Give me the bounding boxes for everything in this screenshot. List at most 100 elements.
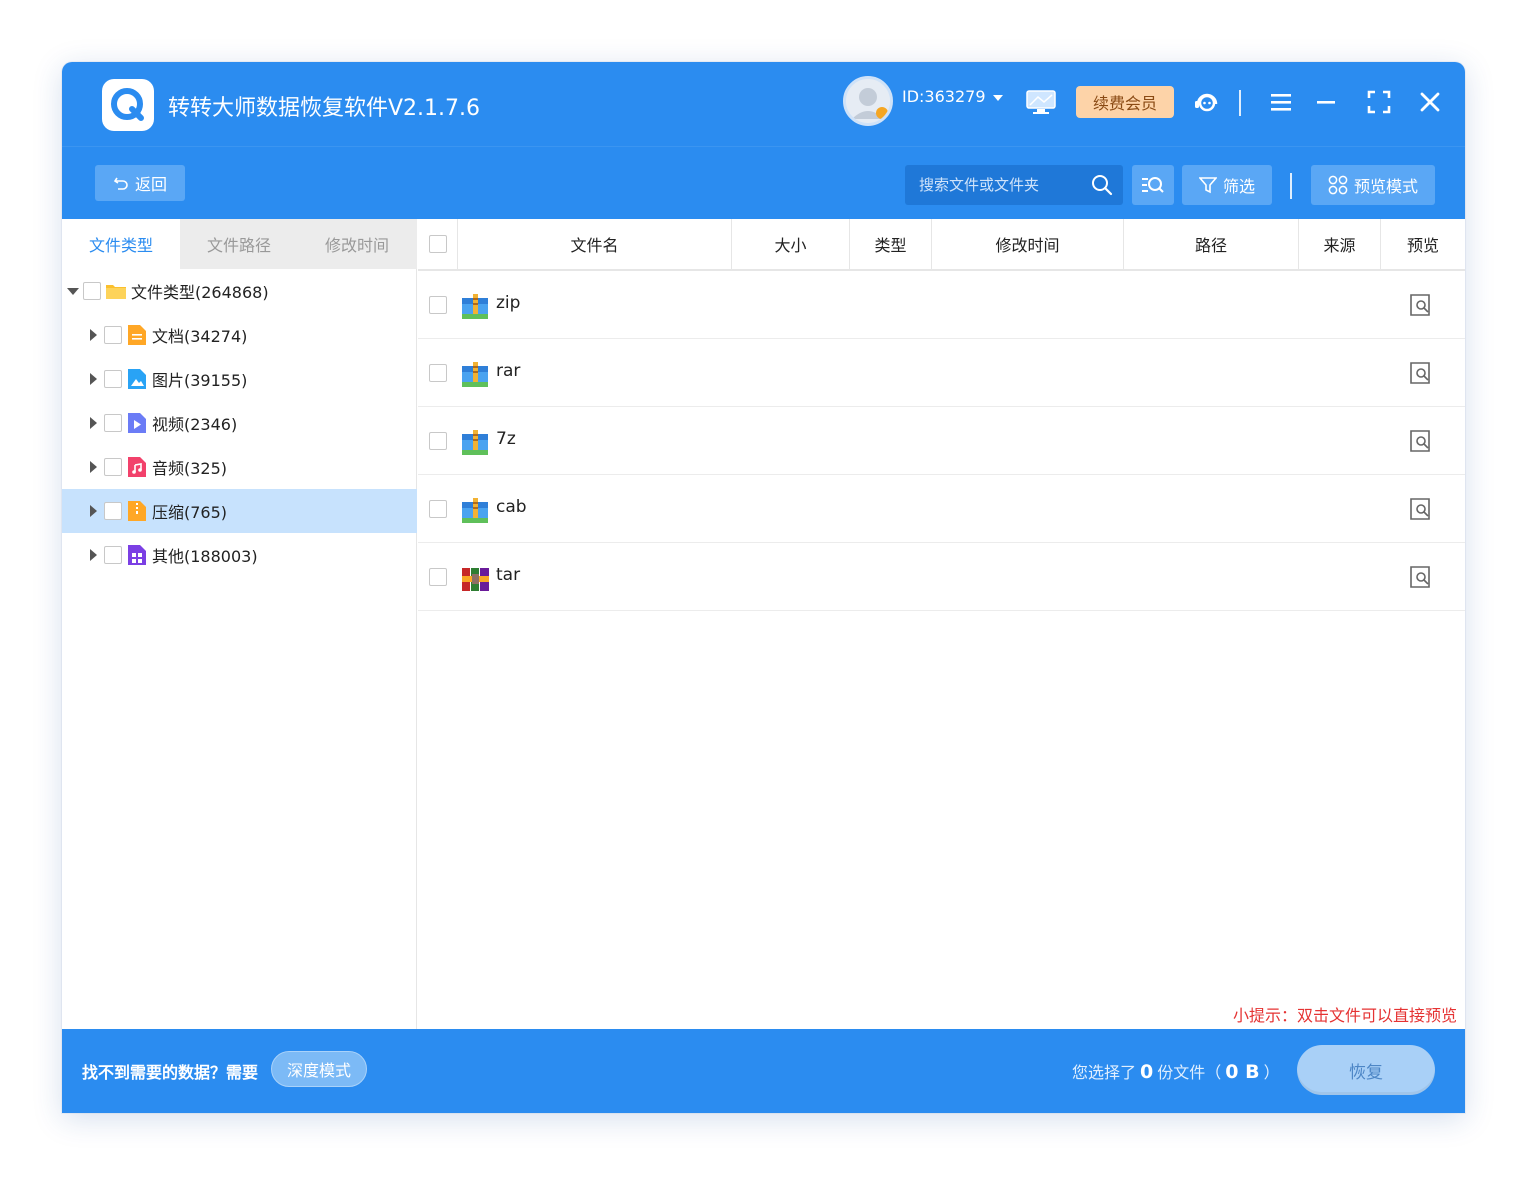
user-dropdown-icon[interactable] <box>993 95 1003 101</box>
selection-prefix: 您选择了 <box>1072 1063 1137 1082</box>
table-row[interactable]: zip <box>418 271 1465 339</box>
tree-item-video[interactable]: 视频(2346) <box>62 401 417 445</box>
tree-item-audio[interactable]: 音频(325) <box>62 445 417 489</box>
renew-vip-button[interactable]: 续费会员 <box>1076 86 1174 118</box>
search-box <box>905 165 1123 205</box>
preview-icon[interactable] <box>1408 565 1432 589</box>
recover-button[interactable]: 恢复 <box>1297 1045 1435 1095</box>
bottom-bar: 找不到需要的数据？需要 深度模式 您选择了 0 份文件（ 0 B） 恢复 <box>62 1029 1465 1113</box>
title-bar: 转转大师数据恢复软件V2.1.7.6 ID:363279 续费会员 <box>62 62 1465 146</box>
user-id[interactable]: ID:363279 <box>902 87 986 106</box>
preview-icon[interactable] <box>1408 293 1432 317</box>
file-table: 文件名 大小 类型 修改时间 路径 来源 预览 zip rar 7z cab t… <box>418 219 1465 1029</box>
tree-item-checkbox[interactable] <box>104 414 122 432</box>
tree-root[interactable]: 文件类型(264868) <box>62 269 417 313</box>
tree-item-checkbox[interactable] <box>104 502 122 520</box>
table-header: 文件名 大小 类型 修改时间 路径 来源 预览 <box>418 219 1465 271</box>
title-separator <box>1239 90 1241 116</box>
document-icon <box>128 325 146 345</box>
preview-icon[interactable] <box>1408 361 1432 385</box>
preview-mode-label: 预览模式 <box>1353 177 1418 196</box>
tree-item-image[interactable]: 图片(39155) <box>62 357 417 401</box>
expand-icon[interactable] <box>90 549 97 561</box>
filter-button[interactable]: 筛选 <box>1182 165 1272 205</box>
file-name: 7z <box>496 429 516 449</box>
7z-archive-icon <box>462 430 488 455</box>
row-checkbox[interactable] <box>429 364 447 382</box>
expand-icon[interactable] <box>90 417 97 429</box>
row-checkbox[interactable] <box>429 296 447 314</box>
image-icon <box>128 369 146 389</box>
tab-file-path[interactable]: 文件路径 <box>180 219 298 269</box>
tree-item-document[interactable]: 文档(34274) <box>62 313 417 357</box>
rar-archive-icon <box>462 362 488 387</box>
selection-size: 0 B <box>1225 1061 1260 1083</box>
selection-mid: 份文件（ <box>1157 1063 1222 1082</box>
maximize-icon[interactable] <box>1365 88 1393 116</box>
tree-item-checkbox[interactable] <box>104 326 122 344</box>
menu-icon[interactable] <box>1267 88 1295 116</box>
column-header-modified[interactable]: 修改时间 <box>932 219 1124 269</box>
tar-archive-icon <box>462 568 489 591</box>
other-icon <box>128 545 146 565</box>
filter-label: 筛选 <box>1222 177 1255 196</box>
table-row[interactable]: 7z <box>418 407 1465 475</box>
expand-icon[interactable] <box>90 329 97 341</box>
selection-count: 0 <box>1140 1061 1154 1083</box>
minimize-icon[interactable] <box>1312 88 1340 116</box>
deep-mode-button[interactable]: 深度模式 <box>271 1051 367 1087</box>
advanced-search-button[interactable] <box>1132 165 1174 205</box>
row-checkbox[interactable] <box>429 568 447 586</box>
preview-icon[interactable] <box>1408 429 1432 453</box>
column-header-preview[interactable]: 预览 <box>1381 219 1465 269</box>
toolbar: 返回 筛选 <box>62 146 1465 219</box>
support-icon[interactable] <box>1193 88 1221 116</box>
expand-icon[interactable] <box>90 461 97 473</box>
back-button[interactable]: 返回 <box>95 165 185 201</box>
tree-item-checkbox[interactable] <box>104 370 122 388</box>
column-header-type[interactable]: 类型 <box>850 219 932 269</box>
preview-icon[interactable] <box>1408 497 1432 521</box>
table-row[interactable]: cab <box>418 475 1465 543</box>
tree-item-label: 文档(34274) <box>152 327 248 346</box>
selection-suffix: ） <box>1263 1063 1280 1082</box>
column-header-source[interactable]: 来源 <box>1299 219 1381 269</box>
audio-icon <box>128 457 146 477</box>
table-row[interactable]: tar <box>418 543 1465 611</box>
close-icon[interactable] <box>1416 88 1444 116</box>
row-checkbox[interactable] <box>429 432 447 450</box>
folder-icon <box>106 285 126 299</box>
search-input[interactable] <box>919 165 1089 205</box>
preview-mode-button[interactable]: 预览模式 <box>1311 165 1435 205</box>
avatar[interactable] <box>843 76 893 126</box>
table-row[interactable]: rar <box>418 339 1465 407</box>
select-all-checkbox[interactable] <box>428 235 447 253</box>
collapse-icon[interactable] <box>67 287 79 295</box>
tip-text: 小提示：双击文件可以直接预览 <box>1232 1006 1457 1025</box>
search-icon[interactable] <box>1091 174 1113 196</box>
column-header-size[interactable]: 大小 <box>732 219 850 269</box>
grid-icon <box>1328 175 1348 195</box>
tree-item-label: 音频(325) <box>152 459 228 478</box>
tree-item-checkbox[interactable] <box>104 458 122 476</box>
app-logo <box>102 79 154 131</box>
expand-icon[interactable] <box>90 505 97 517</box>
tree-item-label: 视频(2346) <box>152 415 238 434</box>
tree-root-label: 文件类型(264868) <box>131 283 269 302</box>
column-header-name[interactable]: 文件名 <box>458 219 732 269</box>
tree-item-archive[interactable]: 压缩(765) <box>62 489 417 533</box>
tab-file-type[interactable]: 文件类型 <box>62 219 180 269</box>
back-icon <box>113 177 128 190</box>
archive-icon <box>128 501 146 521</box>
app-title: 转转大师数据恢复软件V2.1.7.6 <box>168 96 481 121</box>
tree-root-checkbox[interactable] <box>83 282 101 300</box>
list-search-icon <box>1142 177 1164 193</box>
row-checkbox[interactable] <box>429 500 447 518</box>
left-panel: 文件类型 文件路径 修改时间 文件类型(264868) 文档(34274) 图片… <box>62 219 417 1029</box>
tab-modified-time[interactable]: 修改时间 <box>298 219 416 269</box>
column-header-path[interactable]: 路径 <box>1124 219 1299 269</box>
tree-item-other[interactable]: 其他(188003) <box>62 533 417 577</box>
expand-icon[interactable] <box>90 373 97 385</box>
monitor-icon[interactable] <box>1026 89 1056 115</box>
tree-item-checkbox[interactable] <box>104 546 122 564</box>
